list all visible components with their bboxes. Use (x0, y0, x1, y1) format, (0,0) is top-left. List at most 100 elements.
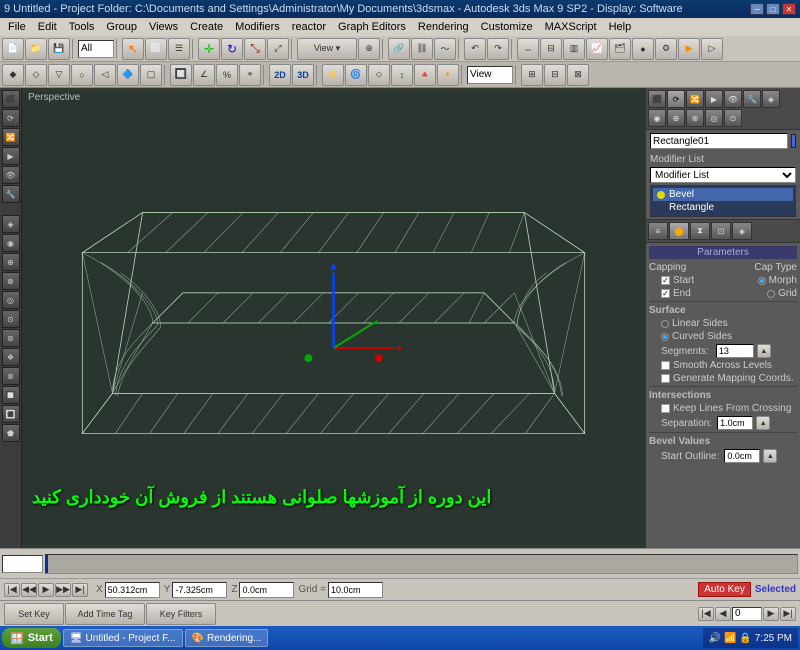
tb-curve-editor[interactable]: 📈 (586, 38, 608, 60)
tb-render-setup[interactable]: ⚙ (655, 38, 677, 60)
tb-view-extra3[interactable]: ⊠ (567, 64, 589, 86)
playback-prev[interactable]: ◀◀ (21, 583, 37, 597)
tb-ref-coord[interactable]: View ▾ (297, 38, 357, 60)
tb-material[interactable]: ● (632, 38, 654, 60)
left-extra8[interactable]: ❖ (2, 348, 20, 366)
left-extra1[interactable]: ◈ (2, 215, 20, 233)
menu-maxscript[interactable]: MAXScript (539, 18, 603, 36)
separation-spinner[interactable]: ▲ (756, 416, 770, 430)
bt-frame-next[interactable]: ▶ (763, 607, 779, 621)
tb-schematic[interactable]: 🗂 (609, 38, 631, 60)
start-outline-spinner[interactable]: ▲ (763, 449, 777, 463)
tb-snap-toggle[interactable]: 🔲 (170, 64, 192, 86)
taskbar-3dsmax-app[interactable]: 🖥 Untitled - Project F... (63, 629, 183, 647)
playback-start[interactable]: |◀ (4, 583, 20, 597)
maximize-button[interactable]: □ (766, 3, 780, 15)
tb-move[interactable]: ✛ (198, 38, 220, 60)
rp-tab-5[interactable]: ◈ (732, 222, 752, 240)
tb-3d-snap[interactable]: 3D (292, 64, 314, 86)
left-extra10[interactable]: 🔲 (2, 386, 20, 404)
left-extra3[interactable]: ⊕ (2, 253, 20, 271)
tb-extra2[interactable]: 🌀 (345, 64, 367, 86)
left-create-icon[interactable]: ⬛ (2, 90, 20, 108)
keep-lines-checkbox[interactable] (661, 404, 670, 413)
left-motion-icon[interactable]: ▶ (2, 147, 20, 165)
playback-next[interactable]: ▶▶ (55, 583, 71, 597)
rp-tab-1[interactable]: ≡ (648, 222, 668, 240)
tb-scale[interactable]: ⤡ (244, 38, 266, 60)
rp-tab-3[interactable]: ⧗ (690, 222, 710, 240)
tb-extra3[interactable]: ⬦ (368, 64, 390, 86)
menu-file[interactable]: File (2, 18, 32, 36)
rp-icon-e5[interactable]: ◎ (705, 109, 723, 127)
tb-open[interactable]: 📁 (25, 38, 47, 60)
tb-extra1[interactable]: ⚡ (322, 64, 344, 86)
linear-sides-radio[interactable] (661, 320, 669, 328)
rp-tab-2[interactable]: ⬤ (669, 222, 689, 240)
tb-2d-snap[interactable]: 2D (269, 64, 291, 86)
object-color-swatch[interactable] (791, 134, 796, 148)
tb-save[interactable]: 💾 (48, 38, 70, 60)
minimize-button[interactable]: ─ (750, 3, 764, 15)
tb-layer[interactable]: ▥ (563, 38, 585, 60)
tb-snap-spinner[interactable]: ⌖ (239, 64, 261, 86)
capping-end-checkbox[interactable]: ✓ (661, 289, 670, 298)
tb-view-input[interactable] (467, 66, 513, 84)
tb-view-extra2[interactable]: ⊟ (544, 64, 566, 86)
rp-icon-create[interactable]: ⬛ (648, 90, 666, 108)
menu-graph-editors[interactable]: Graph Editors (332, 18, 412, 36)
taskbar-rendering-app[interactable]: 🎨 Rendering... (185, 629, 269, 647)
rp-icon-modify[interactable]: ⟳ (667, 90, 685, 108)
bt-frame-end[interactable]: ▶| (780, 607, 796, 621)
left-extra4[interactable]: ⊗ (2, 272, 20, 290)
tb-select-region[interactable]: ⬜ (145, 38, 167, 60)
cap-type-grid-radio[interactable] (767, 290, 775, 298)
menu-edit[interactable]: Edit (32, 18, 63, 36)
capping-start-checkbox[interactable]: ✓ (661, 276, 670, 285)
menu-views[interactable]: Views (143, 18, 184, 36)
bt-frame-prev[interactable]: ◀ (715, 607, 731, 621)
modifier-item-rectangle[interactable]: Rectangle (653, 201, 793, 214)
tb-shapes5[interactable]: ◁ (94, 64, 116, 86)
menu-create[interactable]: Create (184, 18, 229, 36)
tb-view-extra1[interactable]: ⊞ (521, 64, 543, 86)
start-outline-input[interactable] (724, 449, 760, 463)
bt-frame-input[interactable] (732, 607, 762, 621)
separation-input[interactable] (717, 416, 753, 430)
tb-shapes4[interactable]: ○ (71, 64, 93, 86)
bt-key-filters[interactable]: Key Filters (146, 603, 216, 625)
bt-set-keys[interactable]: Set Key (4, 603, 64, 625)
rp-icon-e6[interactable]: ⊙ (724, 109, 742, 127)
tb-rotate[interactable]: ↻ (221, 38, 243, 60)
modifier-dropdown[interactable]: Modifier List (650, 167, 796, 183)
timeline-track[interactable] (45, 554, 798, 574)
cap-type-morph-radio[interactable] (758, 277, 766, 285)
playback-end[interactable]: ▶| (72, 583, 88, 597)
bt-frame-start[interactable]: |◀ (698, 607, 714, 621)
left-extra9[interactable]: ⊛ (2, 367, 20, 385)
tb-scale2[interactable]: ⤢ (267, 38, 289, 60)
close-button[interactable]: ✕ (782, 3, 796, 15)
rp-icon-e2[interactable]: ◉ (648, 109, 666, 127)
rp-icon-display[interactable]: 👁 (724, 90, 742, 108)
tb-align[interactable]: ⊟ (540, 38, 562, 60)
tb-quick-render[interactable]: ▷ (701, 38, 723, 60)
left-extra5[interactable]: ◎ (2, 291, 20, 309)
tb-bind-space-warp[interactable]: 〜 (434, 38, 456, 60)
tb-shapes6[interactable]: 🔷 (117, 64, 139, 86)
tb-mirror[interactable]: ⇔ (517, 38, 539, 60)
left-hierarchy-icon[interactable]: 🔀 (2, 128, 20, 146)
tb-new[interactable]: 📄 (2, 38, 24, 60)
tb-shapes7[interactable]: ▢ (140, 64, 162, 86)
left-extra2[interactable]: ◉ (2, 234, 20, 252)
tb-unlink[interactable]: ⛓ (411, 38, 433, 60)
tb-shapes2[interactable]: ◇ (25, 64, 47, 86)
tb-render[interactable]: ▶ (678, 38, 700, 60)
segments-spinner[interactable]: ▲ (757, 344, 771, 358)
mapping-checkbox[interactable] (661, 374, 670, 383)
smooth-checkbox[interactable] (661, 361, 670, 370)
menu-group[interactable]: Group (100, 18, 143, 36)
left-extra6[interactable]: ⊙ (2, 310, 20, 328)
tb-redo[interactable]: ↷ (487, 38, 509, 60)
left-extra11[interactable]: 🔳 (2, 405, 20, 423)
